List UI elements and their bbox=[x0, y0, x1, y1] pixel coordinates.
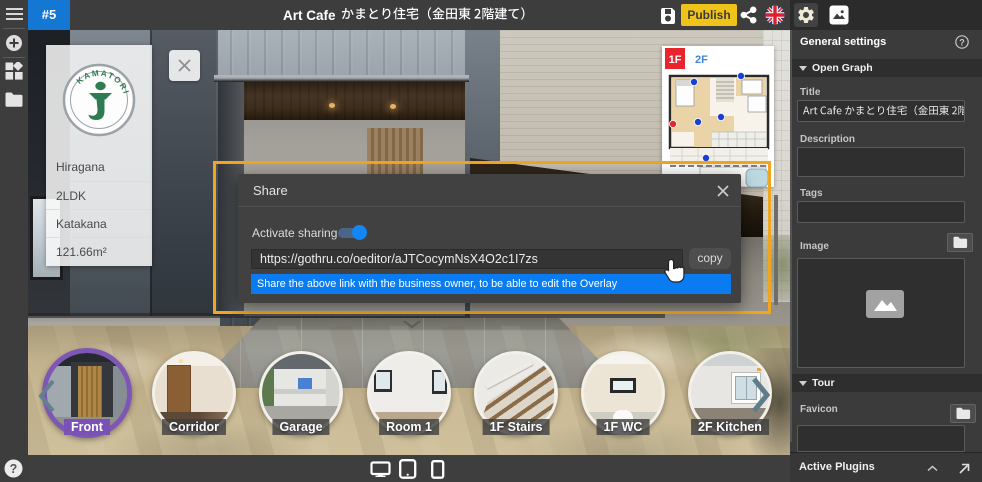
svg-text:2F: 2F bbox=[695, 54, 708, 66]
svg-text:?: ? bbox=[959, 37, 965, 47]
svg-text:?: ? bbox=[10, 462, 18, 476]
svg-text:1F: 1F bbox=[669, 54, 682, 66]
